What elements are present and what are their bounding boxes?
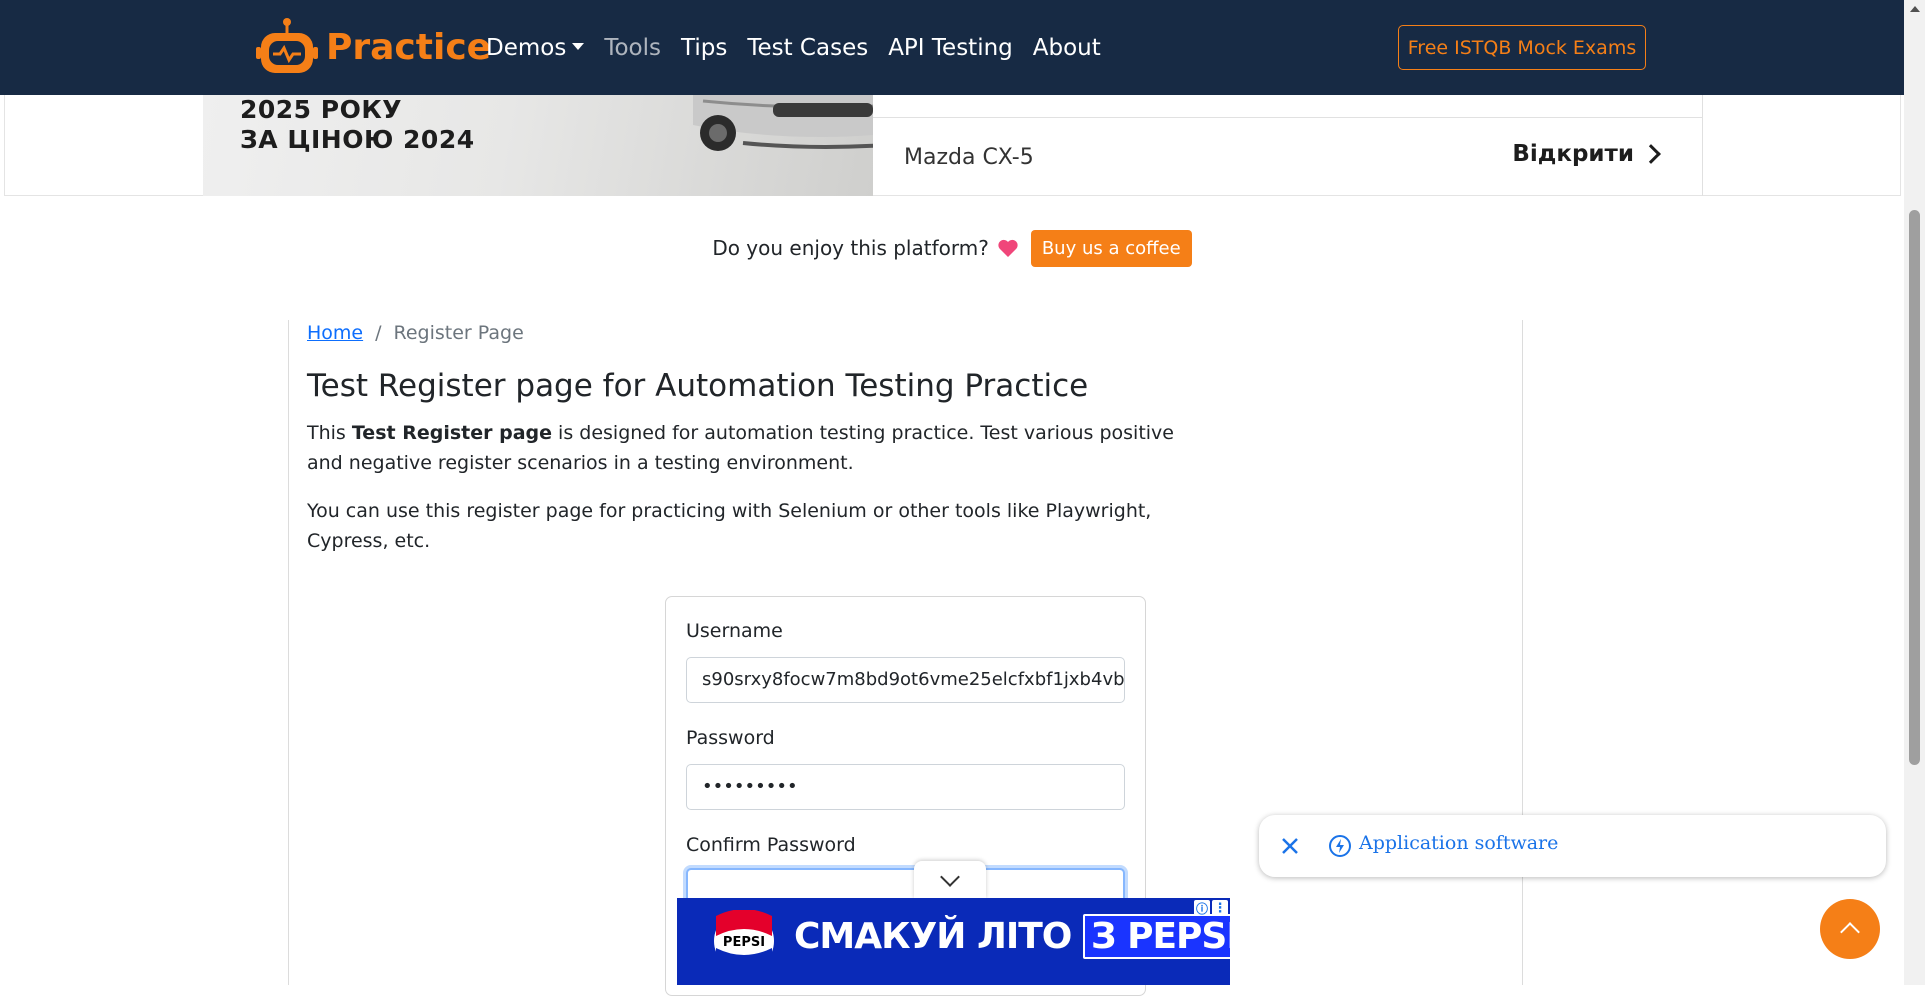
top-navbar: Practice Demos Tools Tips Test Cases API… [0,0,1904,95]
page-title: Test Register page for Automation Testin… [307,368,1089,404]
ad-divider [873,117,1703,118]
nav-about[interactable]: About [1033,30,1101,66]
lightning-icon [1329,835,1351,857]
brand-logo[interactable]: Practice [256,17,491,77]
breadcrumb: Home / Register Page [307,322,524,344]
username-label: Username [686,620,783,642]
ad-banner-bottom[interactable]: PEPSI СМАКУЙ ЛІТО З PEPSI ⓘ ⋮ [677,898,1230,985]
scrollbar-thumb[interactable] [1909,210,1920,765]
username-input[interactable]: s90srxy8focw7m8bd9ot6vme25elcfxbf1jxb4vb… [686,657,1125,703]
pepsi-logo-text: PEPSI [723,935,765,950]
scroll-to-top-button[interactable] [1820,899,1880,959]
pepsi-ad-highlight: З PEPSI [1082,914,1230,959]
suggestion-toast: Application software [1259,815,1886,877]
breadcrumb-home-link[interactable]: Home [307,322,363,344]
ad-info-icon[interactable]: ⓘ [1194,900,1210,916]
coffee-question: Do you enjoy this platform? [712,236,989,260]
breadcrumb-current: Register Page [393,322,524,344]
intro-paragraph: This Test Register page is designed for … [307,418,1187,478]
content-border-right [1522,320,1523,985]
chevron-down-icon [940,867,960,887]
confirm-password-label: Confirm Password [686,834,856,856]
ad-open-link[interactable]: Відкрити [1512,141,1661,167]
istqb-mock-exams-button[interactable]: Free ISTQB Mock Exams [1398,25,1646,70]
nav-tools[interactable]: Tools [604,30,661,66]
nav-test-cases[interactable]: Test Cases [747,30,868,66]
pepsi-ad-text: СМАКУЙ ЛІТО З PEPSI [794,914,1230,959]
nav-tips[interactable]: Tips [681,30,727,66]
brand-name: Practice [326,26,492,68]
nav-links: Demos Tools Tips Test Cases API Testing … [486,30,1101,66]
ad-model-name: Mazda CX-5 [904,145,1034,170]
ad-collapse-tab[interactable] [914,861,986,899]
ad-headline-line2: ЗА ЦІНОЮ 2024 [240,125,475,154]
toast-link[interactable]: Application software [1359,832,1558,854]
car-image [693,95,873,151]
ad-panel: Mazda CX-5 Відкрити [873,95,1703,196]
page-scrollbar[interactable] [1904,0,1925,985]
ad-headline-line1: 2025 РОКУ [240,95,403,124]
password-input[interactable]: ••••••••• [686,764,1125,810]
chevron-up-icon [1840,922,1860,942]
breadcrumb-separator: / [375,322,382,344]
caret-down-icon [572,43,585,50]
content-border-left [288,320,289,985]
password-label: Password [686,727,775,749]
nav-demos[interactable]: Demos [486,30,585,66]
nav-api-testing[interactable]: API Testing [888,30,1013,66]
ad-headline: 2025 РОКУ ЗА ЦІНОЮ 2024 [240,95,475,155]
buy-coffee-button[interactable]: Buy us a coffee [1030,229,1192,267]
chevron-right-icon [1641,144,1661,164]
robot-icon [256,18,318,73]
intro-prefix: This [307,422,352,444]
intro-bold: Test Register page [351,422,553,444]
heart-icon [998,239,1018,257]
ad-image[interactable]: 2025 РОКУ ЗА ЦІНОЮ 2024 [203,95,873,196]
pepsi-ad-main: СМАКУЙ ЛІТО [794,916,1072,957]
ad-menu-icon[interactable]: ⋮ [1212,900,1228,916]
ad-open-label: Відкрити [1512,141,1634,167]
scroll-up-arrow-icon[interactable] [1910,6,1920,12]
close-icon[interactable] [1279,835,1301,857]
pepsi-logo-icon: PEPSI [714,910,774,972]
nav-demos-label: Demos [486,35,567,61]
tools-paragraph: You can use this register page for pract… [307,500,1152,552]
coffee-prompt: Do you enjoy this platform? Buy us a cof… [0,229,1904,267]
